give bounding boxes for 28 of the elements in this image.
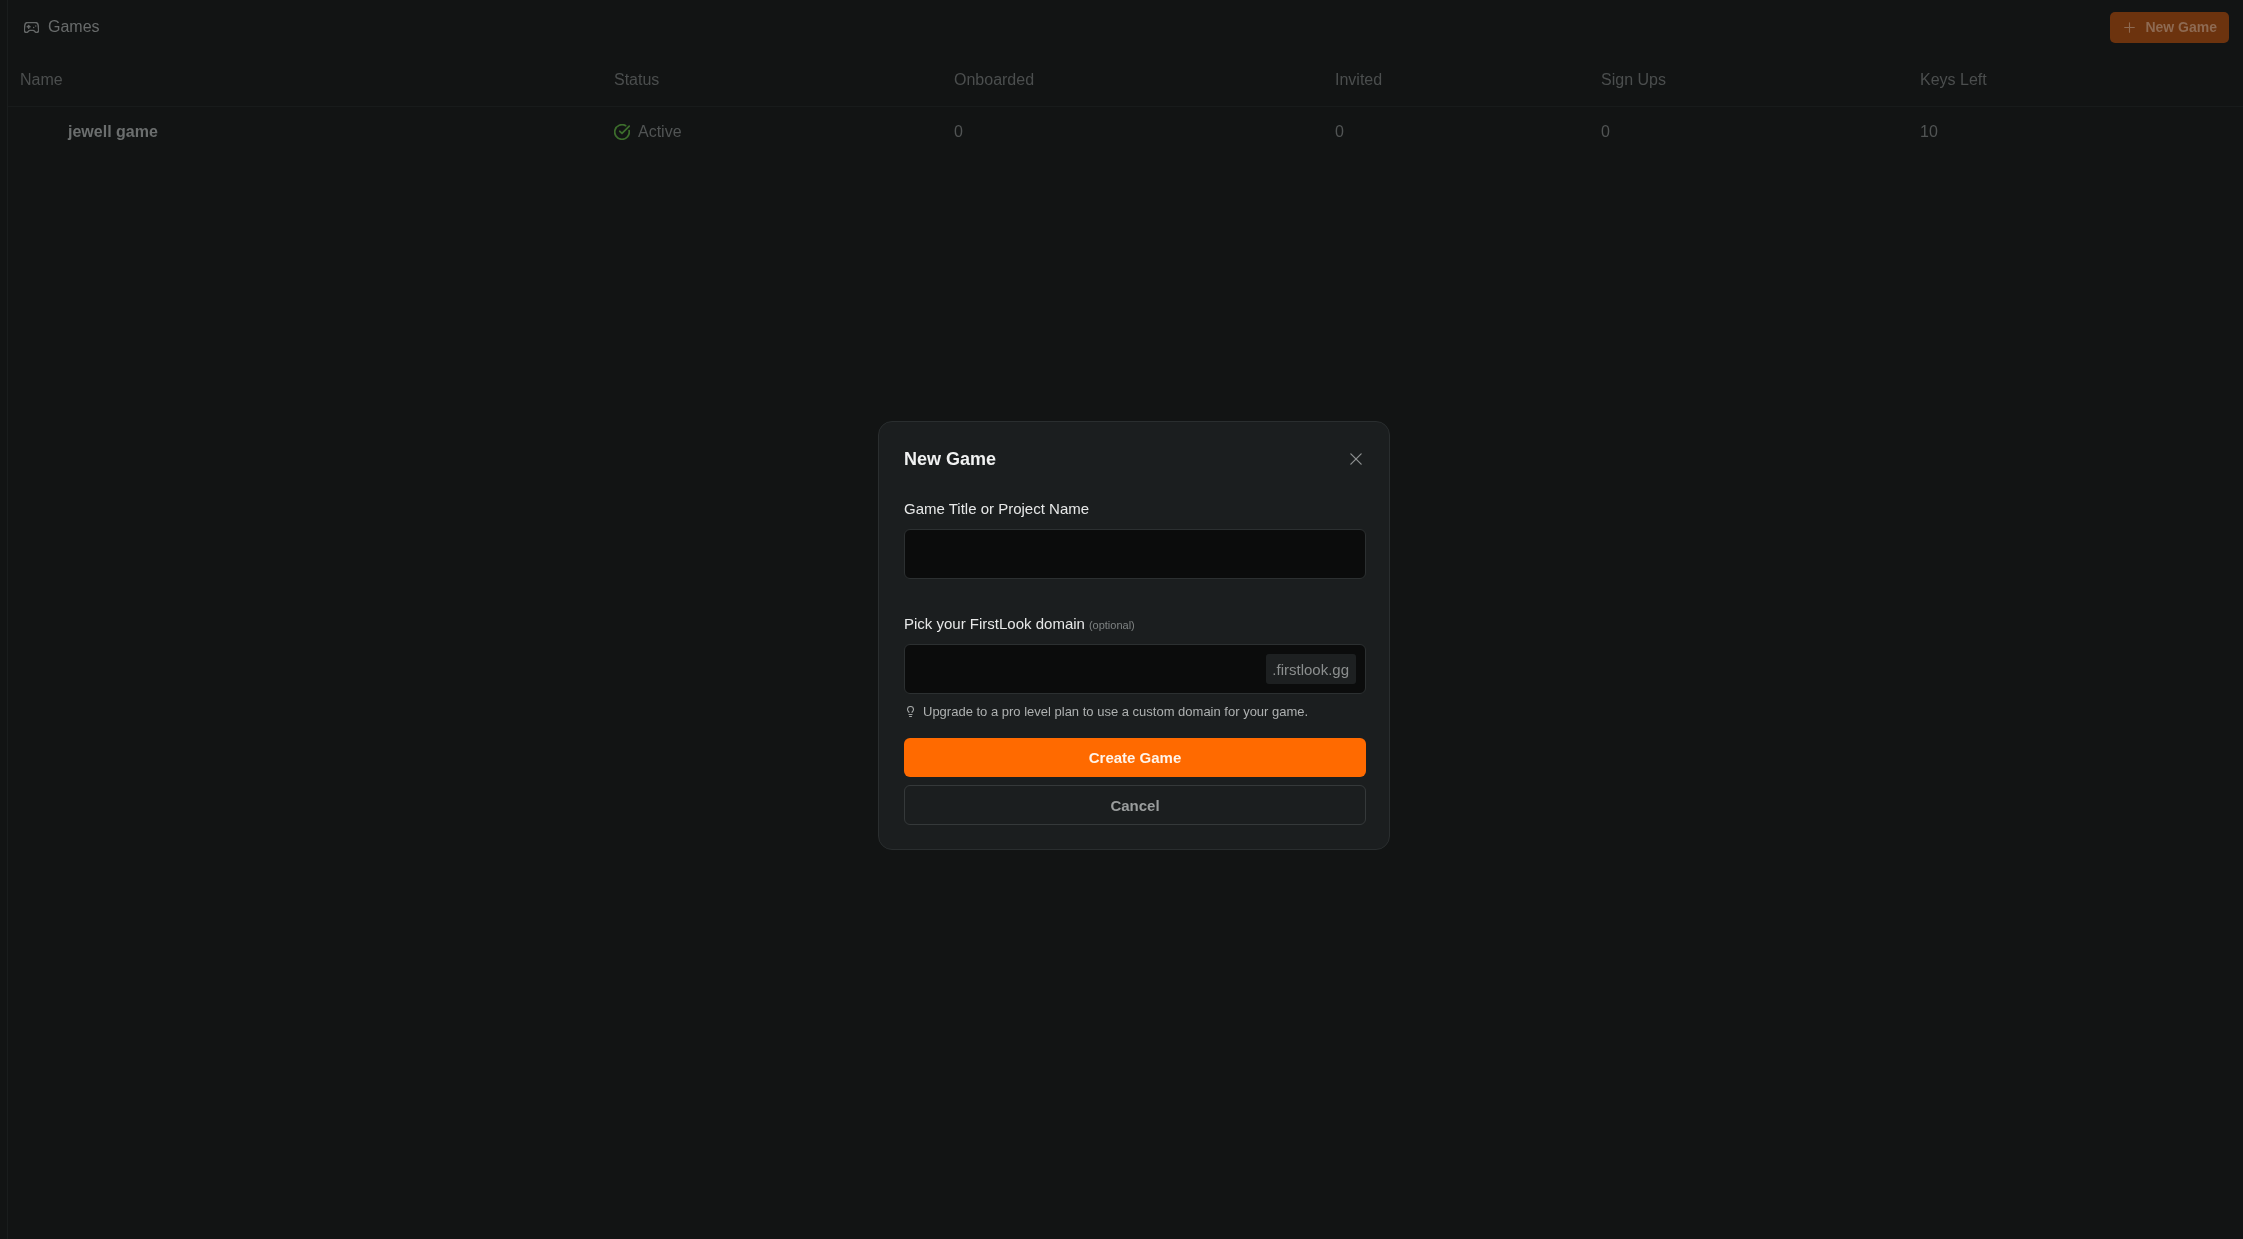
table-cell: 0	[954, 123, 963, 141]
page-title: Games	[48, 18, 100, 36]
text-input-field[interactable]	[904, 529, 1366, 579]
lightbulb-icon	[907, 705, 914, 717]
cancel-button[interactable]: Cancel	[904, 785, 1366, 825]
optional-note: (optional)	[1088, 619, 1135, 631]
column-header: Sign Ups	[1601, 71, 1666, 89]
plus-icon	[2124, 21, 2136, 33]
column-header: Invited	[1335, 71, 1383, 89]
game-name: jewell game	[68, 123, 158, 141]
dialog-title: New Game	[904, 448, 997, 470]
column-header: Status	[614, 71, 660, 89]
table-cell: 0	[1601, 123, 1610, 141]
column-header: Name	[20, 71, 63, 89]
domain-suffix: .firstlook.gg	[1266, 654, 1356, 684]
close-icon[interactable]	[1350, 453, 1362, 465]
column-header: Keys Left	[1920, 71, 1987, 89]
create-game-button[interactable]: Create Game	[904, 738, 1366, 777]
hint-text: Upgrade to a pro level plan to use a custom domain for your game.	[923, 703, 1309, 719]
gamepad-icon	[24, 21, 39, 33]
table-cell: 10	[1920, 123, 1938, 141]
column-header: Onboarded	[954, 71, 1035, 89]
table-cell: 0	[1335, 123, 1344, 141]
status-text: Active	[638, 123, 682, 141]
field-label: Pick your FirstLook domain	[904, 614, 1085, 634]
field-label: Game Title or Project Name	[904, 499, 1090, 519]
check-circle-icon	[614, 124, 630, 140]
domain-input-field[interactable]: .firstlook.gg	[904, 644, 1366, 694]
